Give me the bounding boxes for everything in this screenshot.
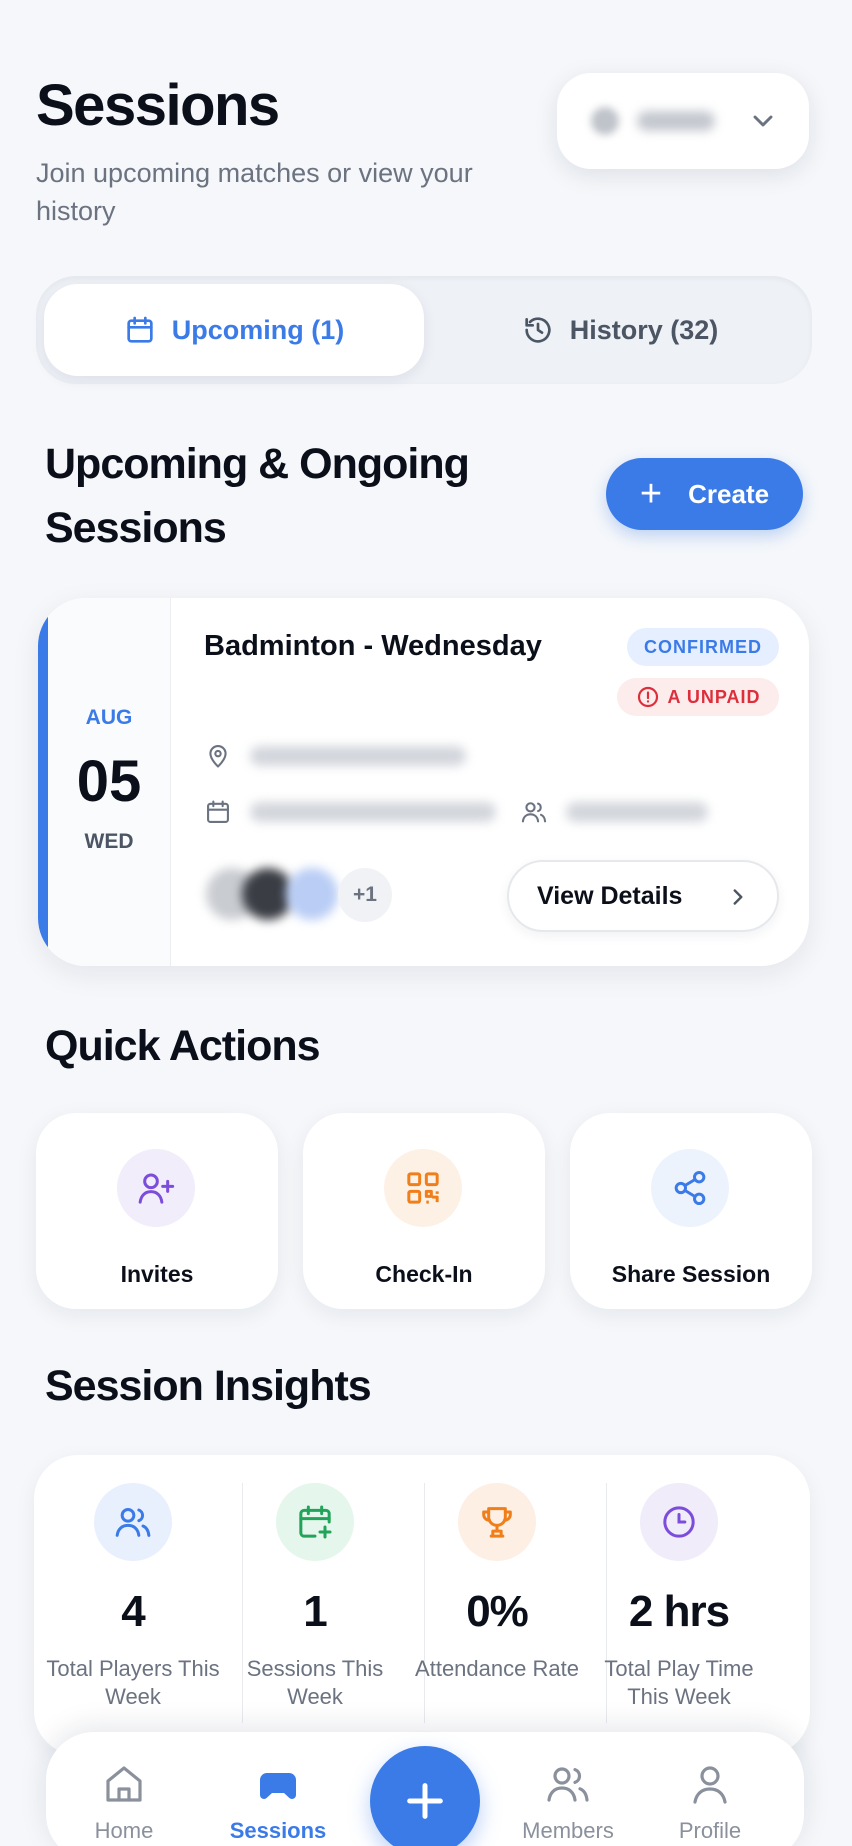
insight-label: Sessions This Week bbox=[246, 1656, 384, 1709]
view-details-button[interactable]: View Details bbox=[507, 860, 779, 932]
quick-actions-title: Quick Actions bbox=[45, 1022, 321, 1070]
session-card[interactable]: AUG 05 WED Badminton - Wednesday CONFIRM… bbox=[38, 598, 809, 966]
card-accent-bar bbox=[38, 598, 48, 966]
session-insights-card: 4 Total Players This Week 1 Sessions Thi… bbox=[34, 1455, 810, 1755]
share-icon bbox=[651, 1149, 729, 1227]
members-icon bbox=[547, 1767, 589, 1802]
insight-play-time: 2 hrs Total Play Time This Week bbox=[588, 1455, 770, 1755]
calendar-plus-icon bbox=[276, 1483, 354, 1561]
view-details-label: View Details bbox=[537, 881, 683, 910]
trophy-icon bbox=[458, 1483, 536, 1561]
insight-value: 1 bbox=[303, 1587, 327, 1636]
page-title: Sessions bbox=[36, 73, 280, 138]
nav-sessions[interactable]: Sessions bbox=[218, 1760, 338, 1844]
session-tabs: Upcoming (1) History (32) bbox=[36, 276, 812, 384]
insight-attendance: 0% Attendance Rate bbox=[406, 1455, 588, 1755]
insight-total-players: 4 Total Players This Week bbox=[42, 1455, 224, 1755]
date-weekday: WED bbox=[84, 830, 134, 853]
chevron-down-icon bbox=[753, 115, 773, 127]
payment-badge-label: A UNPAID bbox=[667, 686, 761, 707]
plus-icon: + bbox=[639, 473, 663, 515]
invites-action[interactable]: Invites bbox=[36, 1113, 278, 1309]
session-insights-title: Session Insights bbox=[45, 1362, 372, 1410]
insight-value: 4 bbox=[121, 1587, 145, 1636]
check-in-label: Check-In bbox=[375, 1261, 473, 1287]
calendar-icon bbox=[207, 800, 229, 823]
home-icon bbox=[106, 1766, 142, 1802]
check-in-action[interactable]: Check-In bbox=[303, 1113, 545, 1309]
page-subtitle: Join upcoming matches or view your histo… bbox=[36, 158, 473, 226]
group-selector[interactable] bbox=[557, 73, 809, 169]
session-date: AUG 05 WED bbox=[48, 598, 171, 966]
plus-icon bbox=[407, 1783, 443, 1819]
nav-profile-label: Profile bbox=[678, 1818, 742, 1843]
session-name: Badminton - Wednesday bbox=[204, 630, 542, 662]
payment-badge: A UNPAID bbox=[617, 678, 779, 716]
share-session-label: Share Session bbox=[611, 1261, 771, 1287]
date-day: 05 bbox=[76, 749, 142, 814]
upcoming-section-title: Upcoming & Ongoing Sessions bbox=[45, 440, 470, 552]
tab-upcoming-label: Upcoming (1) bbox=[171, 314, 345, 345]
clock-icon bbox=[640, 1483, 718, 1561]
time-redacted bbox=[250, 802, 496, 822]
users-icon bbox=[94, 1483, 172, 1561]
attendance-redacted bbox=[566, 802, 708, 822]
insight-value: 0% bbox=[466, 1587, 529, 1636]
more-participants-count: +1 bbox=[338, 868, 392, 922]
nav-members-label: Members bbox=[522, 1818, 614, 1843]
tab-history[interactable]: History (32) bbox=[436, 284, 804, 376]
group-avatar bbox=[591, 107, 619, 135]
create-button-label: Create bbox=[688, 478, 770, 509]
tab-upcoming[interactable]: Upcoming (1) bbox=[44, 284, 424, 376]
qr-code-icon bbox=[384, 1149, 462, 1227]
create-session-button[interactable]: + Create bbox=[606, 458, 803, 530]
group-name-redacted bbox=[637, 111, 715, 131]
insight-label: Total Play Time This Week bbox=[604, 1656, 754, 1709]
profile-icon bbox=[693, 1766, 727, 1804]
history-icon bbox=[525, 317, 551, 343]
participant-avatars[interactable]: +1 bbox=[206, 860, 426, 924]
bottom-nav: Home Sessions Members Profile bbox=[46, 1732, 804, 1846]
date-month: AUG bbox=[85, 706, 133, 729]
add-user-icon bbox=[117, 1149, 195, 1227]
avatar bbox=[286, 868, 338, 920]
location-pin-icon bbox=[209, 745, 227, 768]
insight-value: 2 hrs bbox=[628, 1587, 730, 1636]
chevron-right-icon bbox=[733, 889, 743, 905]
status-badge: CONFIRMED bbox=[627, 628, 779, 666]
invites-label: Invites bbox=[120, 1261, 194, 1287]
location-redacted bbox=[250, 746, 466, 766]
nav-home[interactable]: Home bbox=[64, 1760, 184, 1844]
nav-profile[interactable]: Profile bbox=[650, 1760, 770, 1844]
gamepad-icon bbox=[260, 1773, 296, 1799]
nav-sessions-label: Sessions bbox=[229, 1818, 327, 1843]
users-icon bbox=[521, 802, 547, 823]
nav-members[interactable]: Members bbox=[508, 1760, 628, 1844]
share-session-action[interactable]: Share Session bbox=[570, 1113, 812, 1309]
calendar-icon bbox=[127, 316, 153, 343]
nav-home-label: Home bbox=[94, 1818, 154, 1843]
insight-label: Total Players This Week bbox=[46, 1656, 220, 1709]
alert-circle-icon bbox=[637, 686, 658, 708]
insight-sessions: 1 Sessions This Week bbox=[224, 1455, 406, 1755]
tab-history-label: History (32) bbox=[569, 314, 719, 345]
quick-create-button[interactable] bbox=[370, 1746, 480, 1846]
insight-label: Attendance Rate bbox=[415, 1656, 579, 1681]
